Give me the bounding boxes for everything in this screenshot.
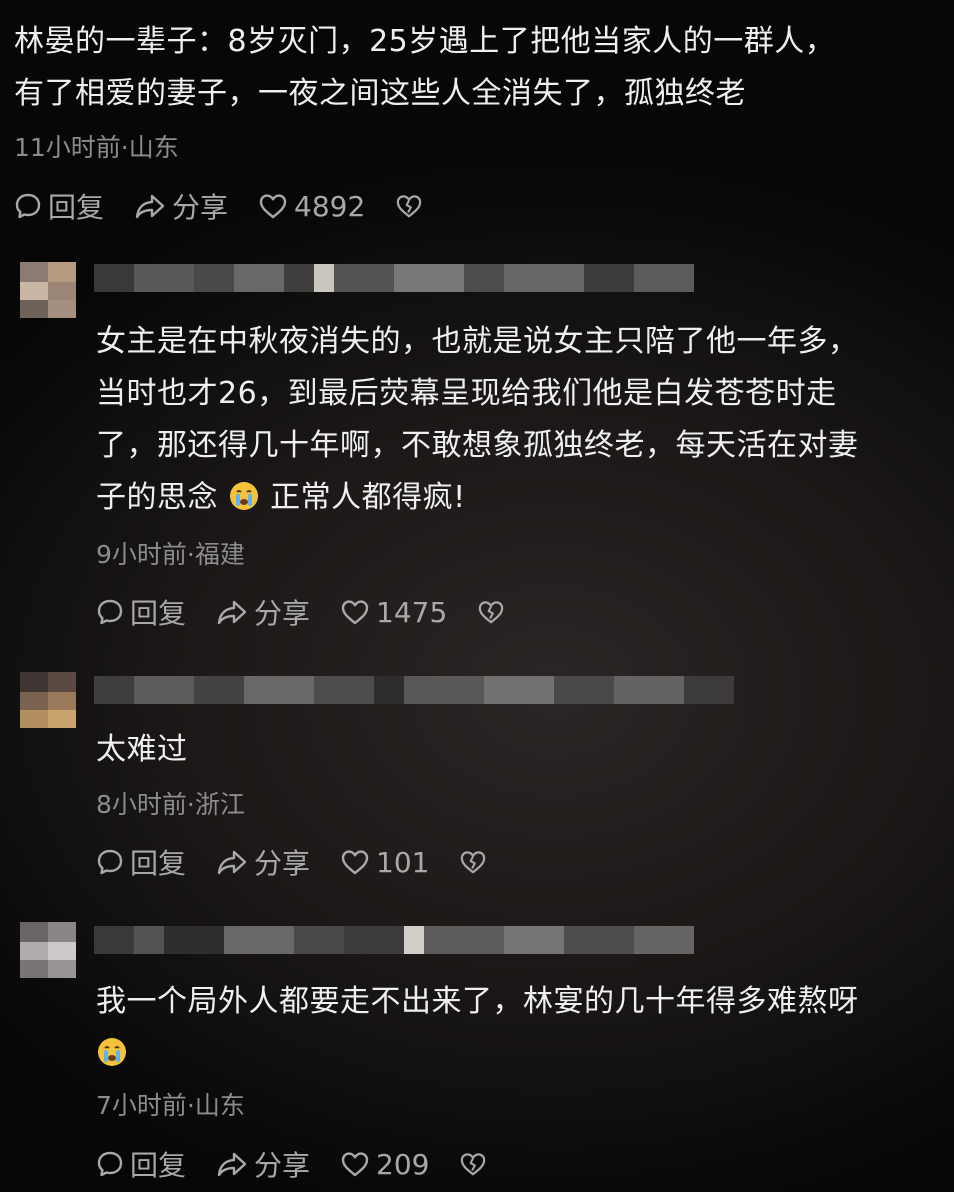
username-pixelated (94, 264, 694, 292)
username-pixelated (94, 926, 694, 954)
reply-button[interactable]: 回复 (96, 1144, 186, 1184)
like-button[interactable]: 1475 (340, 596, 447, 629)
reply-label: 回复 (130, 597, 187, 630)
heart-icon (259, 194, 287, 219)
reply-label: 回复 (130, 1149, 187, 1182)
comment-text-line: 我一个局外人都要走不出来了，林宴的几十年得多难熬呀 (96, 984, 859, 1019)
reply-button[interactable]: 回复 (14, 186, 104, 226)
comment-text: 女主是在中秋夜消失的，也就是说女主只陪了他一年多， 当时也才26，到最后荧幕呈现… (96, 316, 859, 524)
speech-bubble-icon (97, 849, 123, 875)
comment-text-line: 太难过 (96, 732, 188, 767)
post-meta: 11小时前·山东 (14, 133, 179, 162)
comment-text-part: 子的思念 (96, 480, 218, 515)
comment-actions: 回复 分享 1475 (96, 592, 535, 632)
comment-text-line: 子的思念 正常人都得疯! (96, 472, 859, 524)
broken-heart-icon (461, 851, 486, 874)
speech-bubble-icon (97, 599, 123, 625)
share-label: 分享 (172, 191, 229, 224)
comment-text-line: 女主是在中秋夜消失的，也就是说女主只陪了他一年多， (96, 324, 859, 359)
reply-label: 回复 (130, 847, 187, 880)
share-button[interactable]: 分享 (216, 1144, 310, 1184)
comment-text-line: 当时也才26，到最后荧幕呈现给我们他是白发苍苍时走 (96, 376, 837, 411)
share-button[interactable]: 分享 (134, 186, 228, 226)
share-arrow-icon (217, 850, 247, 875)
comment-actions: 回复 分享 101 (96, 842, 517, 882)
post-text-line: 林晏的一辈子：8岁灭门，25岁遇上了把他当家人的一群人， (14, 24, 836, 59)
avatar[interactable] (20, 922, 76, 978)
like-count: 101 (376, 845, 430, 879)
comment-text-part: 正常人都得疯! (270, 480, 466, 515)
speech-bubble-icon (15, 193, 41, 219)
crying-face-emoji (98, 1038, 126, 1066)
share-button[interactable]: 分享 (216, 842, 310, 882)
heart-icon (341, 1152, 369, 1177)
comment-text: 我一个局外人都要走不出来了，林宴的几十年得多难熬呀 (96, 976, 859, 1080)
comment-meta: 9小时前·福建 (96, 540, 245, 569)
dislike-button[interactable] (459, 849, 487, 875)
share-label: 分享 (254, 1149, 311, 1182)
crying-face-emoji (230, 482, 259, 510)
comment-text-line (96, 1028, 859, 1080)
share-button[interactable]: 分享 (216, 592, 310, 632)
reply-label: 回复 (48, 191, 105, 224)
username-pixelated (94, 676, 734, 704)
like-count: 1475 (376, 595, 448, 629)
dislike-button[interactable] (395, 193, 423, 219)
broken-heart-icon (479, 601, 504, 624)
avatar[interactable] (20, 672, 76, 728)
share-arrow-icon (217, 600, 247, 625)
dislike-button[interactable] (459, 1151, 487, 1177)
share-arrow-icon (135, 194, 165, 219)
post-text-line: 有了相爱的妻子，一夜之间这些人全消失了，孤独终老 (14, 76, 746, 111)
comment-text-line: 了，那还得几十年啊，不敢想象孤独终老，每天活在对妻 (96, 428, 859, 463)
speech-bubble-icon (97, 1151, 123, 1177)
comment-meta: 7小时前·山东 (96, 1091, 245, 1120)
share-arrow-icon (217, 1152, 247, 1177)
heart-icon (341, 600, 369, 625)
post-actions: 回复 分享 4892 (14, 186, 453, 226)
comment-actions: 回复 分享 209 (96, 1144, 517, 1184)
like-count: 4892 (294, 189, 366, 223)
broken-heart-icon (397, 195, 422, 218)
share-label: 分享 (254, 847, 311, 880)
like-count: 209 (376, 1147, 430, 1181)
comment-meta: 8小时前·浙江 (96, 790, 245, 819)
broken-heart-icon (461, 1153, 486, 1176)
comment-text: 太难过 (96, 724, 188, 776)
post-text: 林晏的一辈子：8岁灭门，25岁遇上了把他当家人的一群人， 有了相爱的妻子，一夜之… (14, 16, 835, 120)
like-button[interactable]: 209 (340, 1148, 429, 1181)
heart-icon (341, 850, 369, 875)
like-button[interactable]: 4892 (258, 190, 365, 223)
dislike-button[interactable] (477, 599, 505, 625)
reply-button[interactable]: 回复 (96, 592, 186, 632)
reply-button[interactable]: 回复 (96, 842, 186, 882)
share-label: 分享 (254, 597, 311, 630)
avatar[interactable] (20, 262, 76, 318)
like-button[interactable]: 101 (340, 846, 429, 879)
